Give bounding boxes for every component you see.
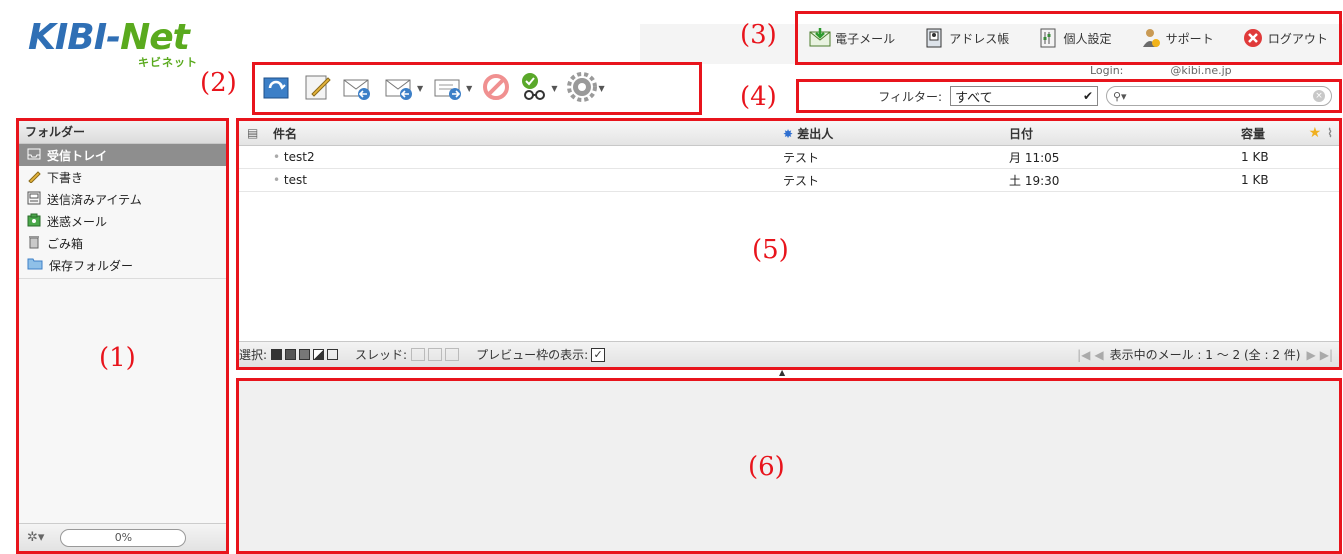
attachment-icon: ⌇ bbox=[1327, 126, 1333, 140]
folder-label: 受信トレイ bbox=[47, 148, 108, 163]
trash-icon bbox=[27, 235, 41, 252]
annotation-label-3: (3) bbox=[740, 20, 777, 50]
folder-item-junk[interactable]: 迷惑メール bbox=[19, 210, 226, 232]
annotation-label-4: (4) bbox=[740, 82, 777, 112]
thread-label: スレッド: bbox=[355, 348, 408, 362]
folder-list-divider bbox=[19, 278, 226, 279]
logo-text-kibi: KIBI- bbox=[28, 17, 121, 58]
annotation-label-2: (2) bbox=[200, 68, 237, 98]
quota-bar: 0% bbox=[60, 528, 187, 547]
pencil-icon bbox=[27, 169, 41, 186]
message-list-header: ▤ 件名 ✸ 差出人 日付 容量 ★ ⌇ bbox=[239, 121, 1339, 146]
first-page-icon[interactable]: |◀ bbox=[1077, 348, 1090, 362]
annotation-label-6: (6) bbox=[748, 452, 785, 482]
annotation-box-3 bbox=[795, 11, 1342, 65]
folder-item-drafts[interactable]: 下書き bbox=[19, 166, 226, 188]
select-current-page-icon[interactable] bbox=[285, 349, 297, 360]
last-page-icon[interactable]: ▶| bbox=[1320, 348, 1333, 362]
message-from: テスト bbox=[783, 173, 820, 188]
message-row[interactable]: • test テスト 土 19:30 1 KB bbox=[239, 169, 1339, 192]
annotation-label-5: (5) bbox=[752, 235, 789, 265]
preview-toggle-label: プレビュー枠の表示: bbox=[476, 348, 589, 362]
thread-expand-icon[interactable] bbox=[411, 348, 426, 361]
logo-text-net: Net bbox=[120, 17, 190, 58]
login-label: Login: bbox=[1090, 64, 1124, 77]
message-size: 1 KB bbox=[1241, 150, 1269, 164]
folder-settings-gear-icon[interactable]: ✲▾ bbox=[27, 530, 44, 545]
annotation-box-2 bbox=[252, 62, 702, 115]
message-subject: test bbox=[283, 173, 307, 187]
message-from: テスト bbox=[783, 150, 820, 165]
message-date: 土 19:30 bbox=[1009, 173, 1060, 188]
login-info: Login: @kibi.ne.jp bbox=[1090, 64, 1232, 77]
folder-panel: フォルダー 受信トレイ 下書き 送信済みアイテム 迷惑メール ごみ箱 保存フォル… bbox=[16, 118, 229, 554]
sent-icon bbox=[27, 191, 41, 208]
column-size-label: 容量 bbox=[1241, 126, 1266, 141]
prev-page-icon[interactable]: ◀ bbox=[1094, 348, 1103, 362]
thread-collapse-icon[interactable] bbox=[428, 348, 443, 361]
folder-label: 下書き bbox=[47, 170, 84, 185]
folder-panel-title: フォルダー bbox=[19, 121, 226, 144]
logo-kana: キビネット bbox=[138, 56, 198, 69]
thread-toggle-icon[interactable]: ▤ bbox=[239, 126, 273, 140]
folder-label: ごみ箱 bbox=[47, 236, 84, 251]
sender-star-icon: ✸ bbox=[783, 126, 794, 141]
column-date[interactable]: 日付 bbox=[1009, 125, 1241, 142]
column-subject[interactable]: 件名 bbox=[273, 125, 783, 142]
inbox-icon bbox=[27, 148, 41, 163]
select-none-icon[interactable] bbox=[327, 349, 339, 360]
login-user: @kibi.ne.jp bbox=[1170, 64, 1232, 77]
annotation-box-4 bbox=[796, 79, 1342, 113]
folder-label: 保存フォルダー bbox=[49, 258, 134, 273]
folder-footer: ✲▾ 0% bbox=[19, 523, 226, 551]
annotation-label-1: (1) bbox=[99, 343, 136, 373]
kibinet-logo: KIBI-Net キビネット bbox=[28, 18, 198, 70]
select-unread-icon[interactable] bbox=[299, 349, 311, 360]
select-label: 選択: bbox=[239, 348, 268, 362]
folder-item-trash[interactable]: ごみ箱 bbox=[19, 232, 226, 254]
folder-item-sent[interactable]: 送信済みアイテム bbox=[19, 188, 226, 210]
message-list-footer: 選択: スレッド: プレビュー枠の表示: ✓ |◀ ◀ 表示中のメール : 1 … bbox=[239, 341, 1339, 367]
next-page-icon[interactable]: ▶ bbox=[1306, 348, 1315, 362]
preview-toggle-checkbox[interactable]: ✓ bbox=[591, 347, 606, 362]
message-subject: test2 bbox=[283, 150, 315, 164]
folder-label: 迷惑メール bbox=[47, 214, 108, 229]
message-size: 1 KB bbox=[1241, 173, 1269, 187]
message-row[interactable]: • test2 テスト 月 11:05 1 KB bbox=[239, 146, 1339, 169]
message-list: ▤ 件名 ✸ 差出人 日付 容量 ★ ⌇ • test2 テスト 月 11:05 1… bbox=[236, 118, 1342, 370]
select-all-icon[interactable] bbox=[271, 349, 283, 360]
message-count-text: 表示中のメール : 1 ～ 2 (全 : 2 件) bbox=[1109, 348, 1301, 362]
folder-icon bbox=[27, 257, 43, 273]
unread-dot-icon: • bbox=[273, 150, 281, 164]
column-size[interactable]: 容量 ★ ⌇ bbox=[1241, 125, 1339, 142]
unread-dot-icon: • bbox=[273, 173, 281, 187]
column-from-label: 差出人 bbox=[797, 126, 834, 141]
folder-item-archive[interactable]: 保存フォルダー bbox=[19, 254, 226, 276]
column-from[interactable]: ✸ 差出人 bbox=[783, 125, 1009, 142]
thread-unread-icon[interactable] bbox=[445, 348, 460, 361]
select-invert-icon[interactable] bbox=[313, 349, 325, 360]
folder-label: 送信済みアイテム bbox=[47, 192, 142, 207]
flag-star-icon: ★ bbox=[1308, 125, 1322, 141]
splitter-handle-icon[interactable]: ▲ bbox=[779, 368, 785, 377]
preview-pane bbox=[236, 378, 1342, 554]
message-date: 月 11:05 bbox=[1009, 150, 1060, 165]
folder-item-inbox[interactable]: 受信トレイ bbox=[19, 144, 226, 166]
junk-icon bbox=[27, 213, 41, 230]
